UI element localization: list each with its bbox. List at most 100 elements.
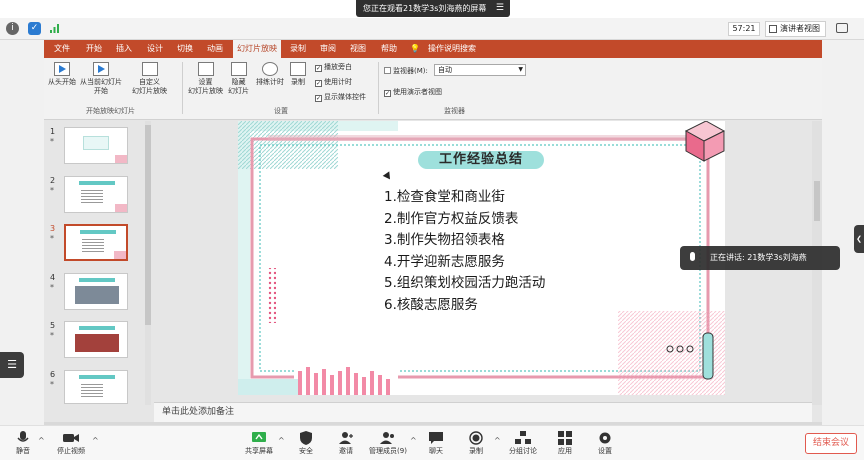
monitor-icon — [384, 67, 391, 74]
setup-label-2: 幻灯片放映 — [188, 87, 223, 95]
shield-icon — [298, 430, 314, 445]
slide-thumbnail-selected[interactable] — [64, 224, 128, 261]
slide-bullet-list[interactable]: 1.检查食堂和商业街 2.制作官方权益反馈表 3.制作失物招领表格 4.开学迎新… — [384, 187, 545, 316]
tab-record[interactable]: 录制 — [290, 40, 306, 58]
hide-label-2: 幻灯片 — [228, 87, 249, 95]
hide-label-1: 隐藏 — [231, 78, 246, 86]
info-icon[interactable]: i — [6, 22, 19, 35]
setup-icon — [197, 62, 214, 76]
checkbox-narration[interactable]: ✓ 播放旁白 — [315, 62, 352, 72]
custom-slideshow-button[interactable]: 自定义 幻灯片放映 — [132, 62, 167, 96]
list-item: 2.制作官方权益反馈表 — [384, 210, 519, 227]
tab-transitions[interactable]: 切换 — [177, 40, 193, 58]
monitor-select-value: 自动 — [438, 66, 452, 74]
tab-insert[interactable]: 插入 — [116, 40, 132, 58]
side-panel-toggle-icon[interactable]: ☰ — [0, 352, 24, 378]
record-button[interactable]: 录制 — [453, 430, 499, 456]
checkbox-media-label: 显示媒体控件 — [324, 93, 366, 101]
list-item: 1.检查食堂和商业街 — [384, 189, 505, 205]
tab-file[interactable]: 文件 — [54, 40, 70, 58]
invite-button[interactable]: 邀请 — [323, 430, 369, 456]
record-label: 录制 — [291, 78, 305, 86]
thumb-text-lines — [82, 237, 104, 253]
members-button[interactable]: 管理成员(9) — [365, 430, 411, 456]
thumb-star: * — [50, 283, 54, 292]
stop-video-button[interactable]: 停止视频 — [48, 430, 94, 456]
record-icon — [290, 62, 306, 76]
from-start-button[interactable]: 从头开始 — [48, 62, 76, 87]
scrollbar-thumb[interactable] — [814, 181, 820, 221]
menu-icon[interactable]: ☰ — [496, 0, 504, 17]
collapse-arrow-icon[interactable]: ❮ — [854, 225, 864, 253]
share-screen-button[interactable]: 共享屏幕 — [236, 430, 282, 456]
checkbox-presenter-box[interactable]: ✓ — [384, 90, 391, 97]
thumbnail-scrollbar[interactable] — [145, 121, 151, 405]
powerpoint-window: 文件 开始 插入 设计 切换 动画 幻灯片放映 录制 审阅 视图 帮助 💡 操作… — [44, 40, 822, 425]
slide-thumbnail[interactable] — [64, 273, 128, 310]
checkbox-media-box[interactable]: ✓ — [315, 95, 322, 102]
checkbox-media-controls[interactable]: ✓ 显示媒体控件 — [315, 92, 366, 102]
share-screen-icon — [251, 430, 267, 444]
meeting-top-bar: i ✓ 57:21 演讲者视图 — [0, 18, 864, 40]
checkbox-timings[interactable]: ✓ 使用计时 — [315, 77, 352, 87]
meeting-toolbar: 静音 ^ 停止视频 ^ 共享屏幕 ^ 安全 邀请 管理成员(9) ^ 聊天 录制… — [0, 425, 864, 460]
stop-video-label: 停止视频 — [57, 447, 85, 455]
from-current-button[interactable]: 从当前幻灯片 开始 — [80, 62, 122, 96]
play-current-icon — [93, 62, 109, 76]
shield-icon[interactable]: ✓ — [28, 22, 41, 35]
list-item: 5.组织策划校园活力跑活动 — [384, 275, 546, 291]
monitor-select[interactable]: 自动 ▼ — [434, 64, 526, 76]
thumb-star: * — [50, 186, 54, 195]
checkbox-timings-label: 使用计时 — [324, 78, 352, 86]
thumb-star: * — [50, 137, 54, 146]
ribbon: 从头开始 从当前幻灯片 开始 自定义 幻灯片放映 开始放映幻灯片 设置 幻灯片放… — [44, 58, 822, 120]
rehearse-timings-button[interactable]: 排练计时 — [256, 62, 284, 87]
thumb-photo — [75, 286, 119, 304]
setup-slideshow-button[interactable]: 设置 幻灯片放映 — [188, 62, 223, 96]
slide-thumbnail[interactable] — [64, 127, 128, 164]
slide-thumbnail[interactable] — [64, 370, 128, 404]
thumb-title-bar — [79, 375, 115, 379]
slide-title[interactable]: 工作经验总结 — [418, 151, 544, 169]
notes-pane[interactable]: 单击此处添加备注 — [154, 402, 812, 422]
scrollbar-thumb[interactable] — [145, 125, 151, 325]
view-switch-label: 演讲者视图 — [780, 24, 820, 33]
video-camera-icon — [63, 430, 79, 444]
checkbox-narration-box[interactable]: ✓ — [315, 65, 322, 72]
ribbon-tabs: 文件 开始 插入 设计 切换 动画 幻灯片放映 录制 审阅 视图 帮助 💡 操作… — [44, 40, 822, 58]
tab-help[interactable]: 帮助 — [381, 40, 397, 58]
tab-design[interactable]: 设计 — [147, 40, 163, 58]
chevron-up-icon[interactable]: ^ — [92, 436, 99, 445]
tab-animations[interactable]: 动画 — [207, 40, 223, 58]
thumb-number: 6 — [50, 370, 56, 379]
slide-thumbnail[interactable] — [64, 176, 128, 213]
record-slideshow-button[interactable]: 录制 — [290, 62, 306, 87]
group-label-start: 开始放映幻灯片 — [86, 107, 135, 115]
share-indicator[interactable]: 您正在观看21数学3s刘海燕的屏幕 ☰ — [356, 0, 510, 17]
checkbox-presenter-view[interactable]: ✓ 使用演示者视图 — [384, 87, 442, 97]
hide-slide-button[interactable]: 隐藏 幻灯片 — [228, 62, 249, 96]
checkbox-timings-box[interactable]: ✓ — [315, 80, 322, 87]
ribbon-separator — [182, 62, 183, 114]
members-icon — [380, 430, 396, 444]
tab-review[interactable]: 审阅 — [320, 40, 336, 58]
slide-thumbnail[interactable] — [64, 321, 128, 358]
settings-button[interactable]: 设置 — [582, 430, 628, 456]
tell-me-search[interactable]: 操作说明搜索 — [428, 40, 476, 58]
invite-label: 邀请 — [339, 447, 353, 455]
tab-slideshow[interactable]: 幻灯片放映 — [233, 40, 281, 58]
list-item: 6.核酸志愿服务 — [384, 296, 478, 313]
breakout-button[interactable]: 分组讨论 — [500, 430, 546, 456]
speaking-indicator-text: 正在讲话: 21数学3s刘海燕 — [710, 253, 807, 262]
chat-bubble-icon[interactable] — [836, 23, 848, 33]
chevron-up-icon[interactable]: ^ — [38, 436, 45, 445]
share-banner-bar: 您正在观看21数学3s刘海燕的屏幕 ☰ — [0, 0, 864, 18]
apps-grid-icon — [557, 430, 573, 445]
current-slide[interactable]: 工作经验总结 1.检查食堂和商业街 2.制作官方权益反馈表 3.制作失物招领表格… — [238, 121, 725, 395]
microphone-icon — [690, 252, 695, 261]
signal-icon[interactable] — [48, 22, 61, 35]
tab-home[interactable]: 开始 — [86, 40, 102, 58]
end-meeting-button[interactable]: 结束会议 — [805, 433, 857, 454]
tab-view[interactable]: 视图 — [350, 40, 366, 58]
view-switch-button[interactable]: 演讲者视图 — [765, 21, 826, 37]
